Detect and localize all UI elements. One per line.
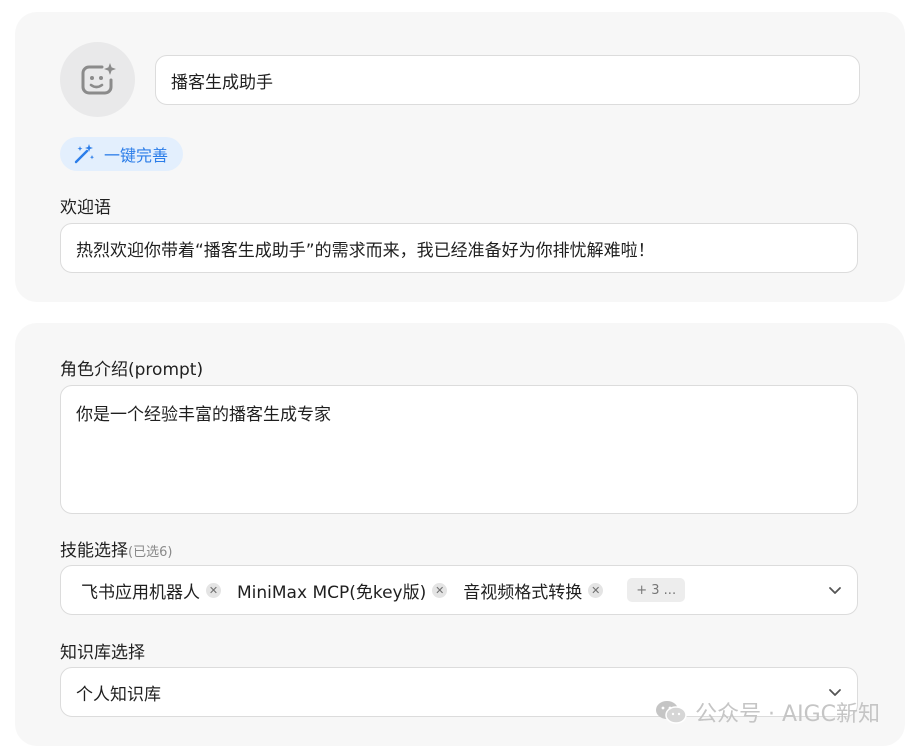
- close-icon[interactable]: ✕: [432, 582, 448, 598]
- knowledge-base-label: 知识库选择: [60, 643, 145, 663]
- welcome-value: 热烈欢迎你带着“播客生成助手”的需求而来，我已经准备好为你排忧解难啦！: [76, 240, 655, 261]
- close-icon[interactable]: ✕: [588, 582, 604, 598]
- skills-label-text: 技能选择: [60, 541, 128, 561]
- assistant-profile-card: 播客生成助手 一键完善 欢迎语 热烈欢迎你带着“播客生成助手”的需求而来，我已经…: [15, 12, 905, 302]
- assistant-name-input[interactable]: 播客生成助手: [155, 55, 860, 105]
- magic-wand-icon: [74, 144, 94, 164]
- skill-chip-label: MiniMax MCP(免key版): [237, 582, 427, 603]
- prompt-textarea[interactable]: 你是一个经验丰富的播客生成专家: [60, 385, 858, 514]
- wechat-icon: [656, 701, 687, 724]
- welcome-input[interactable]: 热烈欢迎你带着“播客生成助手”的需求而来，我已经准备好为你排忧解难啦！: [60, 223, 858, 273]
- prompt-value: 你是一个经验丰富的播客生成专家: [76, 405, 331, 425]
- skill-chip: 音视频格式转换 ✕: [463, 578, 604, 603]
- knowledge-base-value: 个人知识库: [76, 684, 161, 705]
- skills-label: 技能选择(已选6): [60, 536, 172, 561]
- more-skills-chip[interactable]: + 3 ...: [627, 578, 686, 602]
- skills-count-note: (已选6): [128, 545, 173, 560]
- chevron-down-icon[interactable]: [827, 582, 843, 598]
- assistant-name-value: 播客生成助手: [171, 72, 273, 93]
- auto-complete-button[interactable]: 一键完善: [60, 137, 184, 171]
- welcome-label: 欢迎语: [60, 198, 111, 218]
- avatar[interactable]: [60, 42, 135, 117]
- watermark: 公众号 · AIGC新知: [655, 696, 880, 728]
- assistant-config-card: 角色介绍(prompt) 你是一个经验丰富的播客生成专家 技能选择(已选6) 飞…: [15, 323, 905, 746]
- smile-sparkle-icon: [81, 62, 116, 94]
- skill-chip-label: 音视频格式转换: [463, 582, 583, 603]
- prompt-label: 角色介绍(prompt): [60, 360, 204, 380]
- skill-chip-label: 飞书应用机器人: [81, 582, 200, 603]
- skill-chip: 飞书应用机器人 ✕: [81, 578, 221, 603]
- skills-select[interactable]: 飞书应用机器人 ✕ MiniMax MCP(免key版) ✕ 音视频格式转换 ✕…: [60, 565, 858, 615]
- skill-chip: MiniMax MCP(免key版) ✕: [237, 578, 448, 603]
- auto-complete-label: 一键完善: [104, 146, 169, 165]
- watermark-text: 公众号 · AIGC新知: [695, 702, 880, 727]
- close-icon[interactable]: ✕: [206, 582, 221, 598]
